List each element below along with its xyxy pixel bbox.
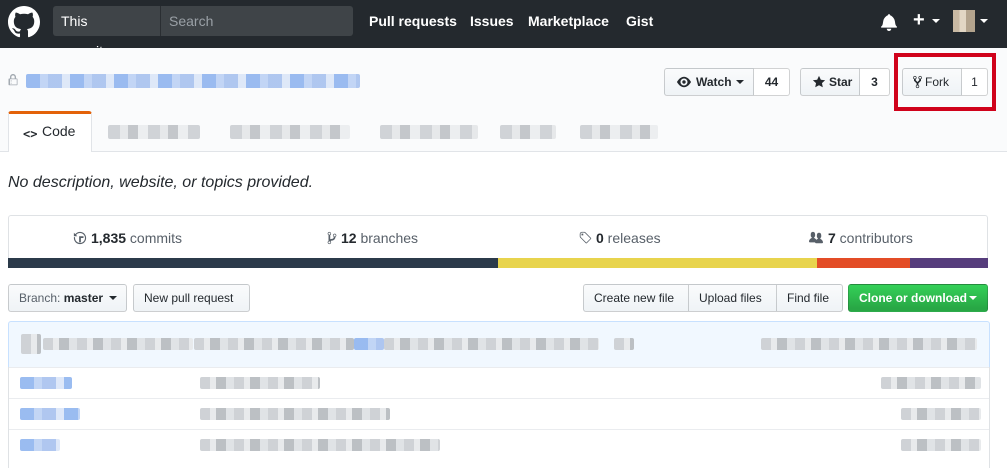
tab-code-label: Code xyxy=(42,123,76,139)
commit-ellipsis-redacted[interactable] xyxy=(614,338,634,350)
history-icon xyxy=(73,231,87,245)
user-menu-caret-icon[interactable] xyxy=(980,19,988,23)
search-box: This repository xyxy=(53,6,353,59)
nav-pull-requests[interactable]: Pull requests xyxy=(369,13,457,29)
user-avatar[interactable] xyxy=(953,10,975,32)
tab-projects-redacted[interactable] xyxy=(380,125,478,139)
star-label: Star xyxy=(829,75,853,89)
branches-label: branches xyxy=(356,230,419,246)
watch-button[interactable]: Watch xyxy=(664,68,754,96)
language-bar-segment[interactable] xyxy=(498,258,817,268)
contributors-link[interactable]: 7 contributors xyxy=(808,230,913,246)
releases-count: 0 xyxy=(596,230,604,246)
language-bar[interactable] xyxy=(8,258,988,268)
watch-label: Watch xyxy=(696,75,732,89)
latest-commit-row xyxy=(8,321,990,367)
find-file-button[interactable]: Find file xyxy=(776,284,843,312)
contributors-label: contributors xyxy=(835,230,913,246)
repo-header: <> Code xyxy=(0,48,1007,152)
repo-description: No description, website, or topics provi… xyxy=(8,174,314,191)
file-row[interactable] xyxy=(9,398,989,428)
file-age-redacted xyxy=(881,377,981,389)
commits-count: 1,835 xyxy=(91,230,127,246)
people-icon xyxy=(809,231,823,244)
commit-link-redacted[interactable] xyxy=(354,338,384,350)
clone-caret-icon xyxy=(969,296,977,300)
file-row[interactable] xyxy=(9,367,989,397)
search-input[interactable] xyxy=(162,6,352,36)
global-header: This repository Pull requests Issues Mar… xyxy=(0,0,1007,59)
branches-count: 12 xyxy=(341,230,357,246)
releases-label: releases xyxy=(603,230,661,246)
language-bar-segment[interactable] xyxy=(909,258,988,268)
create-new-file-button[interactable]: Create new file xyxy=(583,284,689,312)
commit-message-rest-redacted[interactable] xyxy=(384,338,599,350)
tab-insights-redacted[interactable] xyxy=(580,125,658,139)
file-row[interactable] xyxy=(9,429,989,459)
file-list xyxy=(8,367,990,468)
file-message-redacted[interactable] xyxy=(200,408,390,420)
notifications-bell-icon[interactable] xyxy=(880,13,898,31)
create-new-plus-icon[interactable]: + xyxy=(913,9,925,31)
new-pull-request-button[interactable]: New pull request xyxy=(133,284,250,312)
commits-link[interactable]: 1,835 commits xyxy=(73,230,182,246)
star-button[interactable]: Star xyxy=(800,68,860,96)
commit-author-redacted[interactable] xyxy=(43,338,193,350)
file-name-redacted[interactable] xyxy=(20,377,72,389)
file-age-redacted xyxy=(901,408,981,420)
clone-or-download-label: Clone or download xyxy=(859,291,967,305)
commit-meta-redacted xyxy=(761,338,977,350)
tab-wiki-redacted[interactable] xyxy=(500,125,556,139)
star-count[interactable]: 3 xyxy=(860,68,890,96)
language-bar-segment[interactable] xyxy=(8,258,498,268)
commits-label: commits xyxy=(126,230,183,246)
commit-message-redacted[interactable] xyxy=(194,338,354,350)
nav-gist[interactable]: Gist xyxy=(626,13,653,29)
file-age-redacted xyxy=(901,439,981,451)
github-logo-icon[interactable] xyxy=(8,6,40,38)
language-bar-segment[interactable] xyxy=(816,258,910,268)
branches-link[interactable]: 12 branches xyxy=(327,230,418,246)
code-icon: <> xyxy=(23,127,38,141)
committer-avatar-redacted[interactable] xyxy=(21,334,41,354)
fork-highlight-box xyxy=(894,53,996,111)
releases-link[interactable]: 0 releases xyxy=(578,230,661,246)
watch-count[interactable]: 44 xyxy=(754,68,790,96)
clone-or-download-button[interactable]: Clone or download xyxy=(848,284,988,312)
file-name-redacted[interactable] xyxy=(20,408,80,420)
branch-prefix: Branch: xyxy=(19,291,61,305)
tag-icon xyxy=(579,231,592,244)
star-icon xyxy=(812,75,826,88)
upload-files-button[interactable]: Upload files xyxy=(688,284,777,312)
tab-issues-redacted[interactable] xyxy=(108,125,200,139)
contributors-count: 7 xyxy=(828,230,836,246)
create-new-caret-icon[interactable] xyxy=(932,19,940,23)
search-scope-label[interactable]: This repository xyxy=(53,6,161,59)
lock-icon xyxy=(8,74,18,86)
branch-name: master xyxy=(63,291,104,305)
watch-caret-icon xyxy=(736,80,744,84)
branch-icon xyxy=(327,231,337,245)
tab-pull-requests-redacted[interactable] xyxy=(230,125,350,139)
file-name-redacted[interactable] xyxy=(20,439,60,451)
tab-code[interactable]: <> Code xyxy=(8,111,92,152)
file-message-redacted[interactable] xyxy=(200,439,440,451)
repo-name-redacted[interactable] xyxy=(26,74,360,88)
file-message-redacted[interactable] xyxy=(200,377,320,389)
nav-marketplace[interactable]: Marketplace xyxy=(528,13,609,29)
nav-issues[interactable]: Issues xyxy=(470,13,514,29)
eye-icon xyxy=(677,76,691,88)
branch-caret-icon xyxy=(109,296,117,300)
branch-select-button[interactable]: Branch: master xyxy=(8,284,127,312)
